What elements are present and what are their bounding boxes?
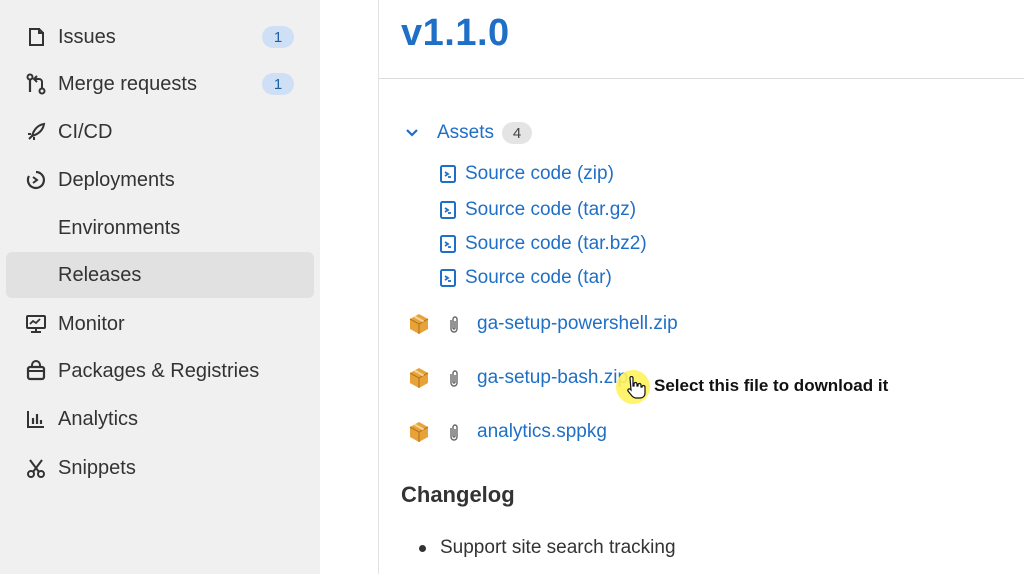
issues-count-badge: 1 <box>262 26 294 48</box>
sidebar-item-label: Monitor <box>58 313 125 335</box>
source-code-zip-link[interactable]: Source code (zip) <box>439 162 614 186</box>
chart-icon <box>24 407 48 431</box>
assets-label: Assets <box>437 122 495 143</box>
sidebar-item-releases[interactable]: Releases <box>6 252 314 298</box>
sidebar-item-label: Issues <box>58 26 116 48</box>
sidebar-item-label: Releases <box>58 264 142 286</box>
doc-code-icon <box>440 269 456 287</box>
scissors-icon <box>24 456 48 480</box>
paperclip-icon <box>450 316 458 333</box>
asset-file-row: ga-setup-bash.zip <box>407 365 628 391</box>
sidebar-item-label: Analytics <box>58 408 139 430</box>
hand-pointer-icon <box>627 376 646 399</box>
sidebar-item-label: CI/CD <box>58 121 113 143</box>
changelog-item-text: Support site search tracking <box>440 537 676 558</box>
sidebar-item-merge-requests[interactable]: Merge requests 1 <box>6 61 314 107</box>
doc-code-icon <box>440 201 456 219</box>
sidebar-item-label: Deployments <box>58 169 175 191</box>
project-sidebar: Issues 1 Merge requests 1 CI/CD Deployme… <box>0 0 320 574</box>
asset-file-row: analytics.sppkg <box>407 419 607 445</box>
divider <box>379 78 1024 79</box>
sidebar-item-environments[interactable]: Environments <box>6 205 314 251</box>
doc-code-icon <box>440 165 456 183</box>
sidebar-item-monitor[interactable]: Monitor <box>6 301 314 347</box>
sidebar-item-ci-cd[interactable]: CI/CD <box>6 109 314 155</box>
deployments-icon <box>24 168 48 192</box>
source-code-targz-link[interactable]: Source code (tar.gz) <box>439 198 636 222</box>
source-link-label: Source code (zip) <box>465 163 614 184</box>
package-box-icon <box>409 422 429 442</box>
bullet-dot <box>419 544 426 552</box>
sidebar-item-label: Environments <box>58 217 181 239</box>
chevron-down-icon <box>405 124 423 142</box>
sidebar-item-label: Snippets <box>58 457 136 479</box>
rocket-icon <box>24 120 48 144</box>
source-code-tar-link[interactable]: Source code (tar) <box>439 266 612 290</box>
sidebar-item-label: Packages & Registries <box>58 360 260 382</box>
asset-file-link-sppkg[interactable]: analytics.sppkg <box>477 421 607 443</box>
asset-file-row: ga-setup-powershell.zip <box>407 311 678 337</box>
package-box-icon <box>409 368 429 388</box>
doc-code-icon <box>440 235 456 253</box>
paperclip-icon <box>450 370 458 387</box>
source-link-label: Source code (tar) <box>465 267 612 288</box>
release-detail: v1.1.0 Assets 4 Source code (zip) Source… <box>378 0 1024 574</box>
assets-toggle[interactable]: Assets 4 <box>405 121 533 145</box>
changelog-heading: Changelog <box>401 482 515 507</box>
sidebar-item-issues[interactable]: Issues 1 <box>6 14 314 60</box>
source-code-tarbz2-link[interactable]: Source code (tar.bz2) <box>439 232 647 256</box>
merge-request-icon <box>24 72 48 96</box>
paperclip-icon <box>450 424 458 441</box>
sidebar-item-label: Merge requests <box>58 73 197 95</box>
sidebar-item-deployments[interactable]: Deployments <box>6 157 314 203</box>
sidebar-item-packages-registries[interactable]: Packages & Registries <box>6 348 314 394</box>
release-title[interactable]: v1.1.0 <box>401 12 510 55</box>
asset-file-link-powershell[interactable]: ga-setup-powershell.zip <box>477 313 678 335</box>
monitor-icon <box>24 312 48 336</box>
merge-requests-count-badge: 1 <box>262 73 294 95</box>
sidebar-item-snippets[interactable]: Snippets <box>6 445 314 491</box>
assets-count-badge: 4 <box>502 122 533 144</box>
issues-icon <box>24 25 48 49</box>
sidebar-item-analytics[interactable]: Analytics <box>6 396 314 442</box>
source-link-label: Source code (tar.bz2) <box>465 233 647 254</box>
package-box-icon <box>409 314 429 334</box>
asset-file-link-bash[interactable]: ga-setup-bash.zip <box>477 367 628 389</box>
tutorial-callout: Select this file to download it <box>654 376 889 395</box>
package-icon <box>24 359 48 383</box>
changelog-item: Support site search tracking <box>419 537 676 559</box>
source-link-label: Source code (tar.gz) <box>465 199 637 220</box>
